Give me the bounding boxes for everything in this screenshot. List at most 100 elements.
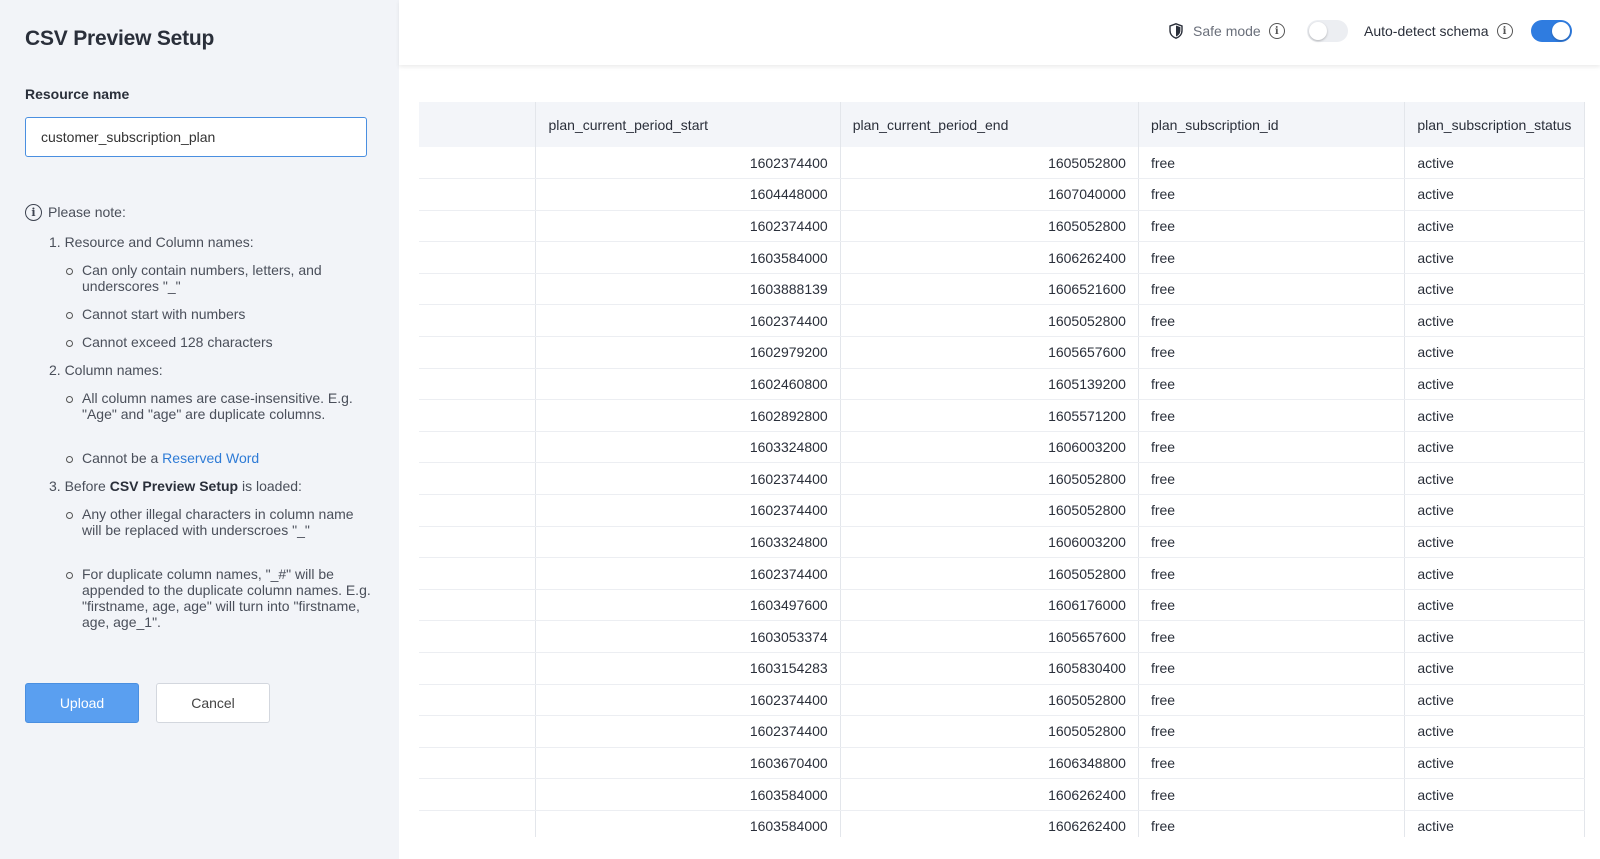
table-cell [419,399,537,432]
table-cell: 1606262400 [840,778,1139,811]
table-cell [419,178,537,211]
column-header[interactable]: plan_subscription_status [1404,102,1585,147]
column-header[interactable] [419,102,537,147]
auto-detect-info-icon[interactable]: i [1496,23,1513,39]
table-cell: 1605571200 [840,399,1139,432]
toggle-knob [1308,22,1327,40]
rule-3a: Any other illegal characters in column n… [66,506,372,538]
table-cell: 1602374400 [535,715,841,748]
reserved-word-link[interactable]: Reserved Word [162,450,259,466]
rule-3-prefix: 3. Before [49,478,110,494]
table-row: 1602892800 1605571200 free active [419,399,1585,432]
table-cell: free [1138,462,1406,496]
table-cell [419,589,537,622]
table-cell: active [1404,526,1585,559]
table-cell: free [1138,684,1406,717]
table-row: 1604448000 1607040000 free active [419,178,1585,211]
table-cell: free [1138,589,1406,622]
table-row: 1602374400 1605052800 free active [419,210,1585,243]
table-body: 1602374400 1605052800 free active 1604448000… [419,147,1585,837]
resource-name-label: Resource name [25,86,130,102]
table-cell: free [1138,241,1406,274]
table-row: 1603584000 1606262400 free active [419,778,1585,811]
table-cell: 1605657600 [840,336,1139,369]
table-cell: 1603497600 [535,589,841,622]
table-row: 1603053374 1605657600 free active [419,620,1585,653]
table-cell: 1605139200 [840,368,1139,401]
table-cell: 1603324800 [535,526,841,559]
table-cell: free [1138,273,1406,306]
table-row: 1602374400 1605052800 free active [419,494,1585,527]
table-row: 1602374400 1605052800 free active [419,557,1585,590]
upload-button[interactable]: Upload [25,683,139,723]
table-row: 1602460800 1605139200 free active [419,368,1585,401]
rule-3-suffix: is loaded: [238,478,302,494]
table-cell: active [1404,147,1585,180]
table-row: 1603154283 1605830400 free active [419,652,1585,685]
table-cell: 1606262400 [840,241,1139,274]
rule-2: 2. Column names: [49,362,163,378]
table-cell: free [1138,778,1406,811]
table-cell: active [1404,210,1585,243]
safe-mode-toggle[interactable] [1306,20,1348,42]
rule-2b-text: Cannot be a [82,450,163,466]
table-row: 1602374400 1605052800 free active [419,462,1585,496]
table-cell: 1602460800 [535,368,841,401]
cancel-button[interactable]: Cancel [156,683,270,723]
table-cell: free [1138,178,1406,211]
auto-detect-toggle[interactable] [1530,20,1572,42]
table-cell: 1605052800 [840,494,1139,527]
table-cell: active [1404,810,1585,837]
column-header[interactable]: plan_subscription_id [1138,102,1406,147]
table-cell [419,431,537,464]
setup-panel: CSV Preview Setup Resource name i Please… [0,0,399,859]
table-cell: active [1404,178,1585,211]
table-cell: free [1138,304,1406,338]
table-cell: 1603584000 [535,241,841,274]
table-cell: free [1138,620,1406,653]
table-cell: 1605052800 [840,304,1139,338]
table-row: 1603324800 1606003200 free active [419,526,1585,559]
table-cell [419,620,537,653]
table-cell [419,241,537,274]
table-cell: 1604448000 [535,178,841,211]
safe-mode-info-icon[interactable]: i [1268,23,1285,39]
column-header[interactable]: plan_current_period_end [840,102,1139,147]
table-cell [419,147,537,180]
table-row: 1602979200 1605657600 free active [419,336,1585,369]
table-cell: active [1404,336,1585,369]
top-bar: Safe mode i Auto-detect schema i [399,0,1600,65]
table-cell [419,715,537,748]
table-cell: active [1404,589,1585,622]
table-cell [419,684,537,717]
table-row: 1603324800 1606003200 free active [419,431,1585,464]
rule-3: 3. Before CSV Preview Setup is loaded: [49,478,302,494]
table-cell: free [1138,368,1406,401]
table-cell: 1602374400 [535,210,841,243]
preview-table-container[interactable]: plan_current_period_start plan_current_pe… [419,102,1585,837]
table-cell: active [1404,399,1585,432]
table-row: 1602374400 1605052800 free active [419,304,1585,338]
resource-name-input[interactable] [25,117,367,157]
table-cell: 1606176000 [840,589,1139,622]
table-row: 1603584000 1606262400 free active [419,810,1585,837]
table-cell: 1603888139 [535,273,841,306]
table-cell: 1603584000 [535,810,841,837]
table-cell: 1603154283 [535,652,841,685]
table-cell: 1606521600 [840,273,1139,306]
column-header[interactable]: plan_current_period_start [535,102,841,147]
table-cell: free [1138,336,1406,369]
table-cell: free [1138,526,1406,559]
table-cell [419,273,537,306]
table-cell: active [1404,273,1585,306]
table-cell: 1606348800 [840,747,1139,780]
table-cell: free [1138,810,1406,837]
table-cell [419,526,537,559]
table-cell: active [1404,778,1585,811]
note-section: i Please note: 1. Resource and Column na… [25,203,375,630]
info-icon: i [25,203,42,221]
table-cell [419,304,537,338]
table-cell [419,368,537,401]
table-cell: 1603584000 [535,778,841,811]
preview-table: plan_current_period_start plan_current_pe… [419,102,1585,837]
